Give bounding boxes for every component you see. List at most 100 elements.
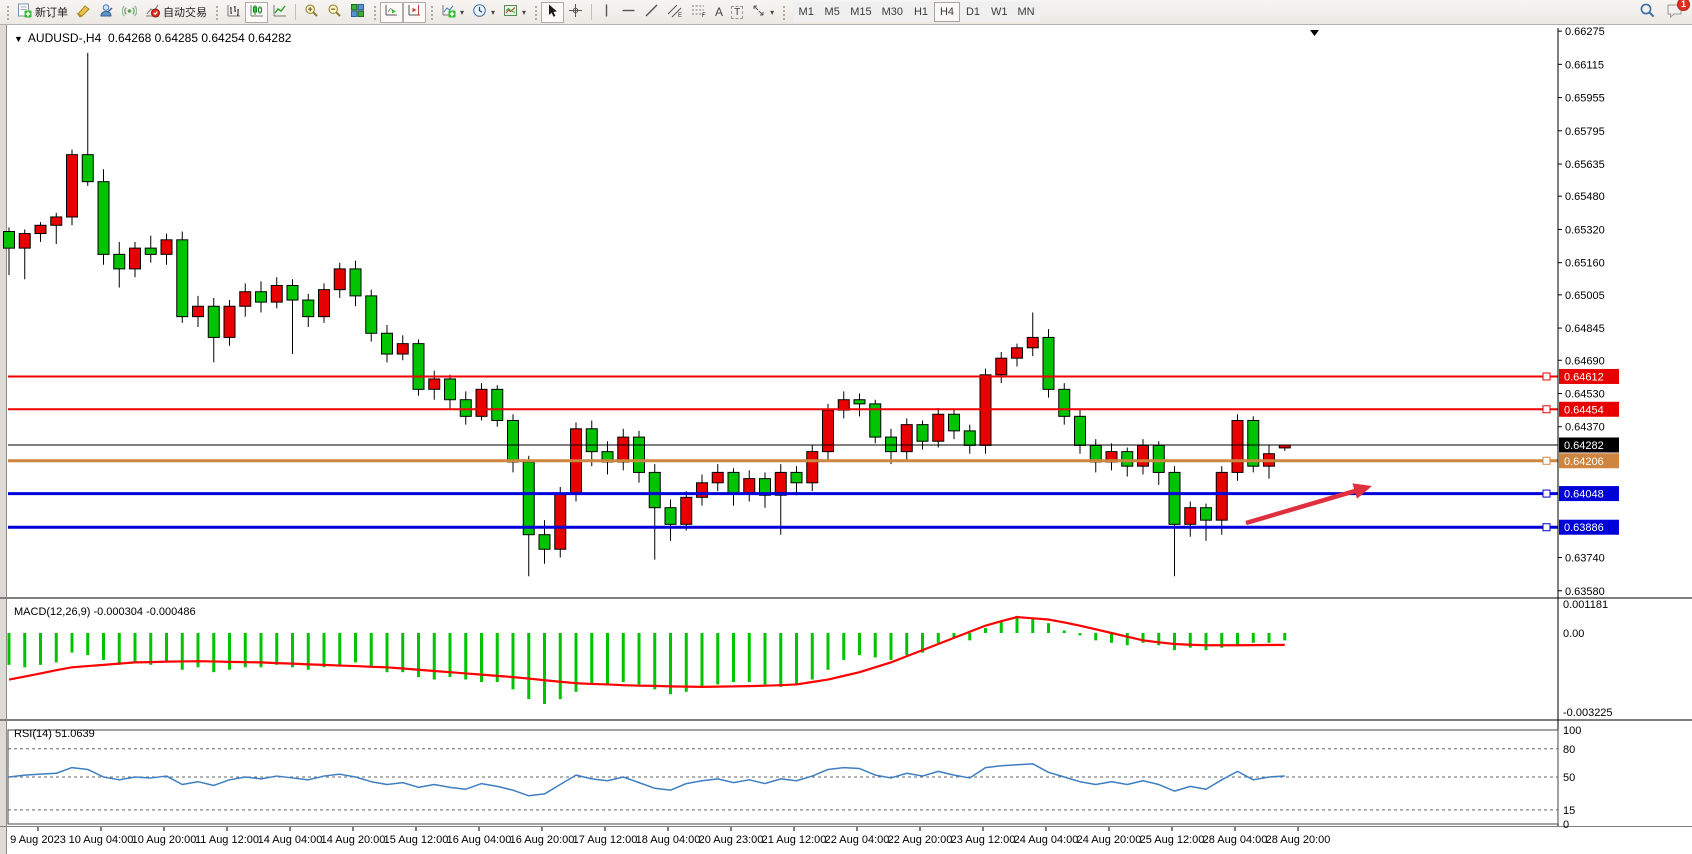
price-axis-label: 0.65955: [1565, 93, 1605, 105]
candle-body: [744, 479, 755, 494]
cursor-button[interactable]: [541, 2, 564, 23]
line-chart-button[interactable]: [268, 2, 291, 23]
zoom-out-button[interactable]: [323, 2, 346, 23]
time-axis-label: 20 Aug 23:00: [699, 834, 764, 846]
zoom-in-button[interactable]: [300, 2, 323, 23]
price-tag-label: 0.64612: [1564, 371, 1604, 383]
search-icon[interactable]: [1639, 2, 1656, 22]
candle-body: [634, 437, 645, 472]
timeframe-button-w1[interactable]: W1: [986, 2, 1013, 22]
timeframe-button-h4[interactable]: H4: [934, 2, 960, 22]
panel-separator: [0, 597, 1692, 599]
line-anchor-marker[interactable]: [1543, 406, 1550, 413]
trend-arrow-head[interactable]: [1352, 483, 1372, 498]
templates-button[interactable]: ▾: [499, 2, 530, 23]
price-axis-label: 0.63740: [1565, 553, 1605, 565]
timeframe-button-h1[interactable]: H1: [908, 2, 934, 22]
hline-tool-button[interactable]: [617, 2, 640, 23]
notifications-icon[interactable]: 1: [1666, 3, 1684, 22]
candle-body: [145, 248, 156, 254]
toolbar-grip: [533, 4, 538, 20]
timeframe-button-mn[interactable]: MN: [1013, 2, 1040, 22]
toolbar-right-group: 1: [1639, 2, 1684, 22]
trendline-tool-button[interactable]: [640, 2, 663, 23]
equidistant-channel-icon: E: [667, 3, 683, 21]
rsi-line: [9, 764, 1285, 796]
time-axis-label: 28 Aug 20:00: [1266, 834, 1331, 846]
macd-axis-label: -0.003225: [1563, 707, 1613, 719]
svg-text:E: E: [678, 13, 682, 18]
candle-body: [445, 379, 456, 400]
svg-text:F: F: [702, 13, 706, 18]
macd-axis-label: 0.001181: [1563, 599, 1608, 611]
rsi-axis-label: 80: [1563, 744, 1575, 756]
styles-button[interactable]: [72, 2, 95, 23]
dropdown-caret-icon: ▾: [491, 8, 495, 17]
candle-body: [886, 437, 897, 452]
auto-scroll-icon: [384, 3, 399, 21]
autotrade-icon: [145, 3, 160, 21]
candle-body: [161, 240, 172, 255]
candle-body: [240, 292, 251, 307]
price-axis-label: 0.65320: [1565, 224, 1605, 236]
toolbar: 新订单 自动交易: [0, 0, 1692, 25]
arrows-tool-button[interactable]: ▾: [747, 2, 778, 23]
symbol-dropdown-icon[interactable]: ▼: [14, 34, 23, 44]
candle-body: [130, 248, 141, 269]
timeframe-button-m1[interactable]: M1: [793, 2, 819, 22]
timeframe-button-m5[interactable]: M5: [819, 2, 845, 22]
candle-body: [1043, 337, 1054, 389]
toolbar-separator: [295, 4, 296, 20]
line-anchor-marker[interactable]: [1543, 490, 1550, 497]
price-axis-label: 0.66275: [1565, 26, 1605, 38]
candle-body: [19, 234, 30, 249]
line-anchor-marker[interactable]: [1543, 524, 1550, 531]
candle-body: [665, 508, 676, 525]
vline-tool-button[interactable]: [596, 2, 617, 23]
candle-body: [1075, 416, 1086, 445]
crosshair-button[interactable]: [564, 2, 587, 23]
price-axis-label: 0.65635: [1565, 159, 1605, 171]
candle-body: [681, 497, 692, 524]
indicators-button[interactable]: ▾: [437, 2, 468, 23]
periods-button[interactable]: ▾: [468, 2, 499, 23]
new-order-button[interactable]: 新订单: [13, 2, 72, 23]
timeframe-button-m30[interactable]: M30: [877, 2, 908, 22]
candle-body: [1169, 472, 1180, 524]
price-tag-label: 0.64048: [1564, 489, 1604, 501]
signals-button[interactable]: [118, 2, 141, 23]
label-tool-button[interactable]: T: [727, 2, 747, 23]
candle-body: [4, 232, 15, 249]
time-axis-label: 15 Aug 12:00: [384, 834, 449, 846]
chart-canvas[interactable]: 0.646120.644540.642820.642060.640480.638…: [0, 25, 1692, 854]
time-axis-border: [0, 826, 1692, 827]
timeframe-button-d1[interactable]: D1: [960, 2, 986, 22]
zoom-out-icon: [327, 3, 342, 21]
price-axis-label: 0.65160: [1565, 258, 1605, 270]
price-axis-label: 0.64530: [1565, 388, 1605, 400]
fibonacci-tool-button[interactable]: F: [687, 2, 711, 23]
line-anchor-marker[interactable]: [1543, 373, 1550, 380]
toolbar-grip: [372, 4, 377, 20]
candle-body: [193, 306, 204, 316]
autotrading-button[interactable]: 自动交易: [141, 2, 211, 23]
chart-shift-button[interactable]: [403, 2, 426, 23]
candle-body: [539, 535, 550, 550]
text-tool-icon: A: [715, 5, 723, 19]
bar-chart-button[interactable]: [222, 2, 245, 23]
time-axis-label: 14 Aug 04:00: [258, 834, 323, 846]
time-axis-label: 24 Aug 20:00: [1077, 834, 1142, 846]
candle-chart-button[interactable]: [245, 2, 268, 23]
price-axis-label: 0.65480: [1565, 191, 1605, 203]
line-anchor-marker[interactable]: [1543, 457, 1550, 464]
time-axis-label: 11 Aug 12:00: [195, 834, 259, 846]
auto-scroll-button[interactable]: [380, 2, 403, 23]
text-tool-button[interactable]: A: [711, 2, 727, 23]
chart-shift-marker[interactable]: [1310, 30, 1319, 36]
candle-body: [775, 472, 786, 495]
market-watch-button[interactable]: [95, 2, 118, 23]
tile-windows-button[interactable]: [346, 2, 369, 23]
channel-tool-button[interactable]: E: [663, 2, 687, 23]
timeframe-button-m15[interactable]: M15: [845, 2, 876, 22]
price-axis-label: 0.63580: [1565, 586, 1605, 598]
